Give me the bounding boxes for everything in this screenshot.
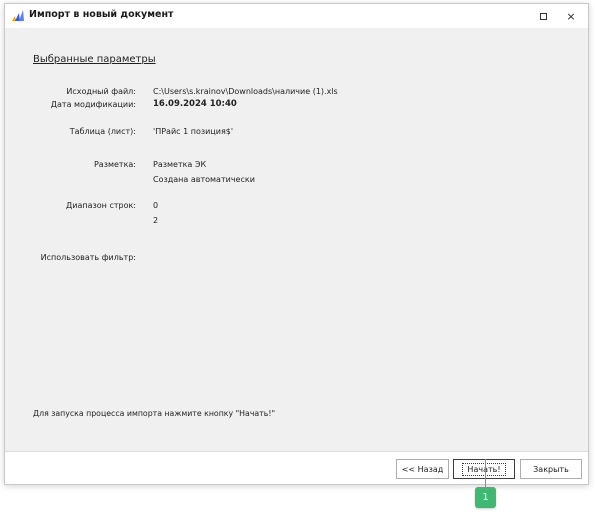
maximize-button[interactable] — [528, 4, 558, 28]
section-title: Выбранные параметры — [33, 54, 156, 65]
title-bar: Импорт в новый документ × — [5, 4, 588, 28]
source-file-label: Исходный файл: — [66, 87, 136, 96]
start-hint-text: Для запуска процесса импорта нажмите кно… — [33, 409, 276, 418]
window-title: Импорт в новый документ — [29, 9, 174, 20]
close-button[interactable]: Закрыть — [520, 459, 582, 479]
callout-badge: 1 — [475, 487, 496, 508]
filter-label: Использовать фильтр: — [40, 253, 136, 262]
close-window-button[interactable]: × — [556, 4, 586, 28]
markup-note: Создана автоматически — [153, 175, 255, 184]
source-file-value: C:\Users\s.krainov\Downloads\наличие (1)… — [153, 87, 338, 96]
start-button[interactable]: Начать! — [453, 459, 515, 479]
close-button-label: Закрыть — [533, 464, 569, 474]
dialog-footer: << Назад Начать! Закрыть — [5, 451, 588, 484]
start-button-label: Начать! — [462, 462, 506, 476]
mod-date-value: 16.09.2024 10:40 — [153, 99, 237, 109]
range-to-value: 2 — [153, 216, 159, 225]
table-value: 'ПРайс 1 позиция$' — [153, 127, 234, 136]
markup-label: Разметка: — [93, 160, 136, 169]
callout-leader-line — [485, 459, 486, 487]
back-button[interactable]: << Назад — [396, 459, 449, 479]
back-button-label: << Назад — [401, 464, 444, 474]
table-label: Таблица (лист): — [69, 127, 136, 136]
mod-date-label: Дата модификации: — [50, 100, 136, 109]
maximize-icon — [539, 12, 547, 20]
range-from-value: 0 — [153, 201, 159, 210]
close-icon: × — [566, 9, 576, 23]
markup-value: Разметка ЭК — [153, 160, 207, 169]
import-dialog: Импорт в новый документ × Выбранные пара… — [4, 3, 589, 485]
range-label: Диапазон строк: — [66, 201, 136, 210]
app-logo-icon — [12, 10, 24, 21]
